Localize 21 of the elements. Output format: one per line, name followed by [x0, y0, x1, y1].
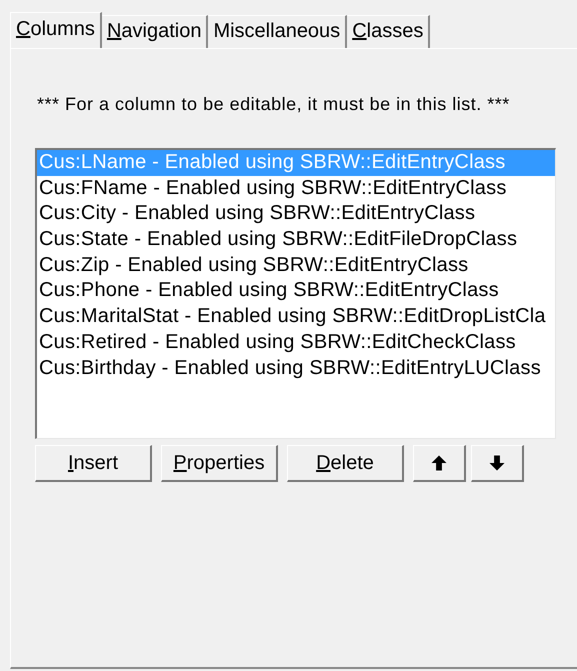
list-item[interactable]: Cus:Phone - Enabled using SBRW::EditEntryClass — [37, 278, 555, 304]
list-item[interactable]: Cus:FName - Enabled using SBRW::EditEntryClass — [37, 176, 555, 202]
list-item[interactable]: Cus:Zip - Enabled using SBRW::EditEntryClass — [37, 252, 555, 278]
down-arrow-icon — [487, 453, 507, 473]
instruction-text: *** For a column to be editable, it must be in this list. *** — [36, 93, 511, 116]
list-item[interactable]: Cus:Birthday - Enabled using SBRW::EditEntryLUClass — [37, 356, 555, 382]
up-arrow-icon — [429, 453, 449, 473]
button[interactable]: Delete — [287, 445, 404, 482]
tab[interactable]: Miscellaneous — [208, 15, 348, 48]
list-item[interactable]: Cus:State - Enabled using SBRW::EditFileDropClass — [37, 227, 555, 253]
tab[interactable]: Classes — [347, 15, 430, 48]
list-item[interactable]: Cus:MaritalStat - Enabled using SBRW::EditDropListCla — [37, 304, 555, 330]
move-down-button[interactable] — [471, 445, 524, 482]
button[interactable]: Properties — [161, 445, 278, 482]
list-item[interactable]: Cus:Retired - Enabled using SBRW::EditCheckClass — [37, 330, 555, 356]
column-list[interactable] — [35, 148, 556, 439]
tab[interactable]: Navigation — [102, 15, 208, 48]
list-item[interactable]: Cus:City - Enabled using SBRW::EditEntryClass — [37, 201, 555, 228]
tab[interactable]: Columns — [10, 12, 102, 48]
move-up-button[interactable] — [413, 445, 466, 482]
button[interactable]: Insert — [35, 445, 152, 482]
